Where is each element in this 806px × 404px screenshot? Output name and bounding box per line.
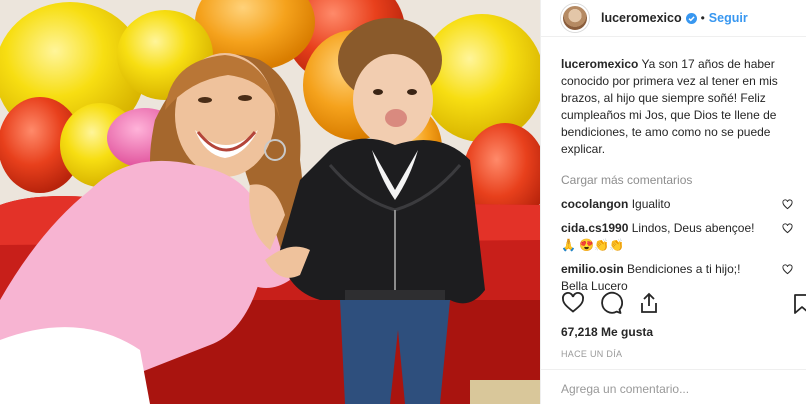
share-icon[interactable] bbox=[637, 291, 661, 315]
post-photo[interactable] bbox=[0, 0, 540, 404]
add-comment-bar bbox=[541, 369, 806, 404]
comment-like-icon[interactable] bbox=[782, 223, 793, 234]
caption-text: Ya son 17 años de haber conocido por pri… bbox=[561, 57, 778, 156]
header-separator: • bbox=[700, 11, 705, 25]
post-timestamp[interactable]: Hace un día bbox=[561, 349, 622, 359]
post-caption: luceromexico Ya son 17 años de haber con… bbox=[561, 56, 793, 158]
post-actions bbox=[561, 291, 661, 315]
load-more-comments-button[interactable]: Cargar más comentarios bbox=[561, 172, 793, 189]
comment-text: Igualito bbox=[631, 197, 671, 211]
caption-username[interactable]: luceromexico bbox=[561, 57, 638, 71]
follow-button[interactable]: Seguir bbox=[709, 11, 748, 25]
comment-like-icon[interactable] bbox=[782, 264, 793, 275]
instagram-post: luceromexico • Seguir luceromexico Ya so… bbox=[0, 0, 806, 404]
comment-icon[interactable] bbox=[599, 291, 623, 315]
comment-item: cida.cs1990 Lindos, Deus abençoe!🙏 😍👏👏 bbox=[561, 220, 793, 254]
post-header: luceromexico • Seguir bbox=[541, 0, 806, 37]
heart-icon[interactable] bbox=[561, 291, 585, 315]
comment-username[interactable]: cida.cs1990 bbox=[561, 221, 628, 235]
comment-item: cocolangon Igualito bbox=[561, 196, 793, 213]
likes-count[interactable]: 67,218 Me gusta bbox=[561, 325, 653, 339]
bookmark-icon[interactable] bbox=[792, 293, 806, 315]
comment-like-icon[interactable] bbox=[782, 199, 793, 210]
verified-badge-icon bbox=[685, 12, 697, 24]
add-comment-input[interactable] bbox=[561, 382, 787, 396]
comments-section: luceromexico Ya son 17 años de haber con… bbox=[541, 56, 806, 295]
comment-item: emilio.osin Bendiciones a ti hijo;! Bell… bbox=[561, 261, 793, 295]
photo-illustration bbox=[0, 0, 540, 404]
header-username[interactable]: luceromexico bbox=[601, 11, 682, 25]
comment-username[interactable]: cocolangon bbox=[561, 197, 628, 211]
comment-username[interactable]: emilio.osin bbox=[561, 262, 624, 276]
post-side-panel: luceromexico • Seguir luceromexico Ya so… bbox=[540, 0, 806, 404]
avatar[interactable] bbox=[561, 4, 589, 32]
